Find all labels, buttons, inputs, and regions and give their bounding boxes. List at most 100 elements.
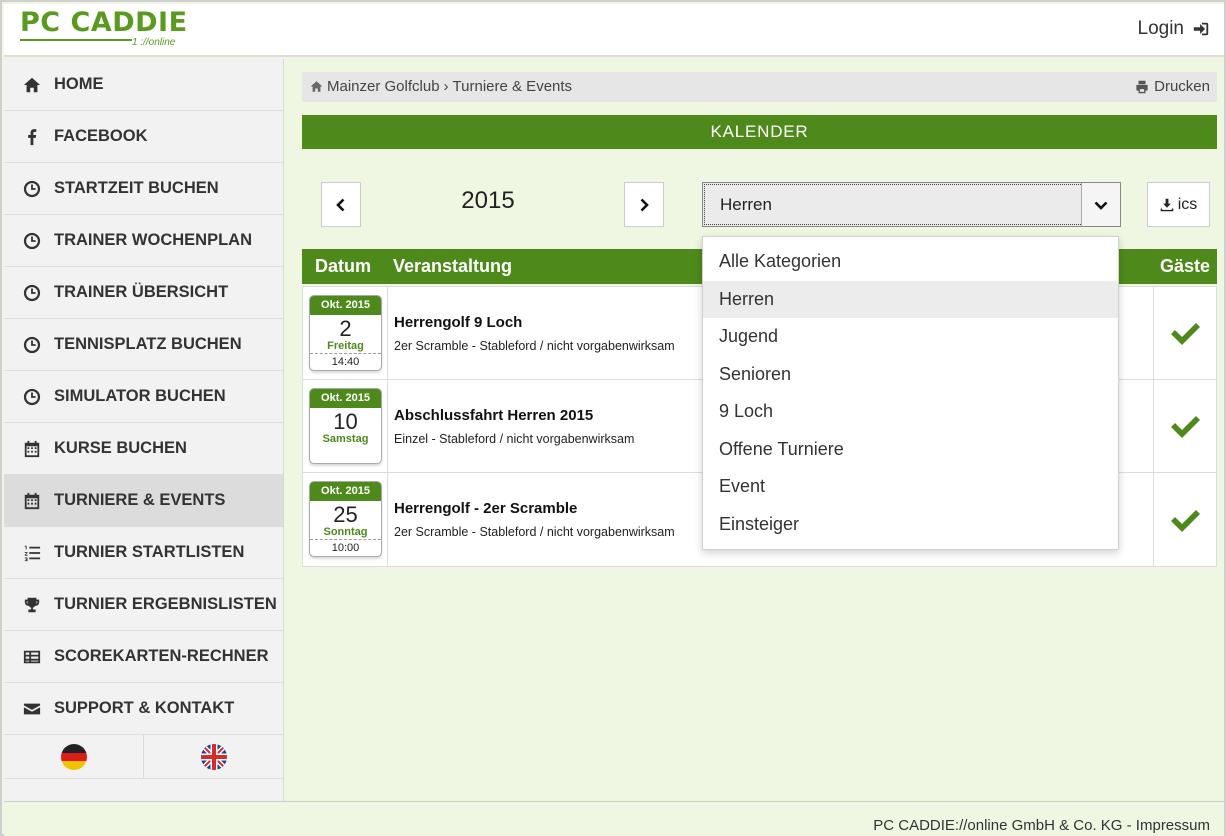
sidebar-item-label: TRAINER ÜBERSICHT xyxy=(54,283,229,301)
column-header-gaeste: Gäste xyxy=(1159,256,1210,276)
category-option-offene-turniere[interactable]: Offene Turniere xyxy=(703,431,1118,469)
sidebar-item-turniere-events[interactable]: TURNIERE & EVENTS xyxy=(4,475,283,527)
logo-underline xyxy=(20,39,132,41)
clock-icon xyxy=(22,231,42,251)
print-icon xyxy=(1136,80,1148,93)
date-cell: Okt. 2015 2 Freitag 14:40 xyxy=(303,287,388,379)
breadcrumb: Mainzer Golfclub › Turniere & Events xyxy=(310,78,572,95)
sidebar-item-facebook[interactable]: FACEBOOK xyxy=(4,111,283,163)
print-label: Drucken xyxy=(1154,78,1210,95)
sidebar: HOME FACEBOOK STARTZEIT BUCHEN TRAINER W… xyxy=(4,59,284,801)
category-option-9-loch[interactable]: 9 Loch xyxy=(703,393,1118,431)
sidebar-item-trainer-wochenplan[interactable]: TRAINER WOCHENPLAN xyxy=(4,215,283,267)
sidebar-item-tennisplatz-buchen[interactable]: TENNISPLATZ BUCHEN xyxy=(4,319,283,371)
login-button[interactable]: Login xyxy=(1138,18,1211,40)
chevron-down-icon xyxy=(1094,201,1108,210)
sidebar-item-label: HOME xyxy=(54,75,104,93)
footer: PC CADDIE://online GmbH & Co. KG - Impre… xyxy=(4,801,1224,836)
logo-subtext: 1 ://online xyxy=(132,37,176,48)
language-switcher xyxy=(4,735,283,779)
year-label: 2015 xyxy=(461,187,515,214)
sidebar-item-label: STARTZEIT BUCHEN xyxy=(54,179,219,197)
login-label: Login xyxy=(1137,18,1185,39)
category-option-senioren[interactable]: Senioren xyxy=(703,356,1118,394)
category-option-herren[interactable]: Herren xyxy=(703,280,1118,318)
clock-icon xyxy=(22,335,42,355)
chevron-right-icon xyxy=(640,198,649,211)
category-option-jugend[interactable]: Jugend xyxy=(703,318,1118,356)
calendar-time: 10:00 xyxy=(310,539,381,556)
column-header-datum: Datum xyxy=(315,256,372,276)
breadcrumb-separator: › xyxy=(443,78,449,95)
category-option-alle-kategorien[interactable]: Alle Kategorien xyxy=(703,243,1118,281)
language-german[interactable] xyxy=(4,735,144,778)
sidebar-item-turnier-startlisten[interactable]: TURNIER STARTLISTEN xyxy=(4,527,283,579)
category-select-toggle[interactable] xyxy=(1081,183,1120,226)
sidebar-item-label: TRAINER WOCHENPLAN xyxy=(54,231,252,249)
guests-cell xyxy=(1153,287,1216,379)
checkmark-icon xyxy=(1171,416,1200,438)
calendar-badge: Okt. 2015 10 Samstag xyxy=(309,388,382,464)
event-title[interactable]: Herrengolf 9 Loch xyxy=(394,314,522,331)
footer-text[interactable]: PC CADDIE://online GmbH & Co. KG - Impre… xyxy=(873,817,1210,834)
sidebar-item-kurse-buchen[interactable]: KURSE BUCHEN xyxy=(4,423,283,475)
calendar-month: Okt. 2015 xyxy=(310,389,381,408)
logo[interactable]: PC CADDIE 1 ://online xyxy=(20,7,188,48)
guests-cell xyxy=(1153,473,1216,566)
sidebar-item-startzeit-buchen[interactable]: STARTZEIT BUCHEN xyxy=(4,163,283,215)
event-title[interactable]: Herrengolf - 2er Scramble xyxy=(394,500,577,517)
logo-text: PC CADDIE xyxy=(20,7,188,38)
calendar-icon xyxy=(22,491,42,511)
category-option-einsteiger[interactable]: Einsteiger xyxy=(703,506,1118,544)
calendar-day: 10 xyxy=(333,409,358,434)
sidebar-item-label: TURNIERE & EVENTS xyxy=(54,491,226,509)
breadcrumb-club[interactable]: Mainzer Golfclub xyxy=(327,78,440,95)
print-button[interactable]: Drucken xyxy=(1135,78,1210,95)
sidebar-item-label: SCOREKARTEN-RECHNER xyxy=(54,647,269,665)
table-icon xyxy=(22,647,42,667)
date-cell: Okt. 2015 10 Samstag xyxy=(303,380,388,472)
next-year-button[interactable] xyxy=(624,182,664,227)
sidebar-item-support-kontakt[interactable]: SUPPORT & KONTAKT xyxy=(4,683,283,735)
category-select[interactable]: Herren xyxy=(702,182,1121,227)
calendar-weekday: Sonntag xyxy=(323,526,368,538)
clock-icon xyxy=(22,387,42,407)
guests-cell xyxy=(1153,380,1216,472)
event-subtitle: Einzel - Stableford / nicht vorgabenwirk… xyxy=(394,432,635,446)
home-icon xyxy=(22,75,42,95)
clock-icon xyxy=(22,283,42,303)
calendar-weekday: Freitag xyxy=(327,340,364,352)
calendar-icon xyxy=(22,439,42,459)
calendar-day: 25 xyxy=(333,502,358,527)
previous-year-button[interactable] xyxy=(321,182,361,227)
ics-label: ics xyxy=(1177,195,1198,213)
sidebar-item-label: SUPPORT & KONTAKT xyxy=(54,699,235,717)
sign-in-icon xyxy=(1193,22,1209,36)
event-subtitle: 2er Scramble - Stableford / nicht vorgab… xyxy=(394,339,675,353)
sidebar-item-turnier-ergebnislisten[interactable]: TURNIER ERGEBNISLISTEN xyxy=(4,579,283,631)
calendar-badge: Okt. 2015 2 Freitag 14:40 xyxy=(309,295,382,371)
sidebar-item-trainer-uebersicht[interactable]: TRAINER ÜBERSICHT xyxy=(4,267,283,319)
envelope-icon xyxy=(22,699,42,719)
facebook-icon xyxy=(22,127,42,147)
ordered-list-icon xyxy=(22,543,42,563)
sidebar-item-home[interactable]: HOME xyxy=(4,59,283,111)
category-dropdown-menu: Alle Kategorien Herren Jugend Senioren 9… xyxy=(702,236,1119,550)
sidebar-item-label: TURNIER ERGEBNISLISTEN xyxy=(54,595,277,613)
chevron-left-icon xyxy=(336,198,345,211)
sidebar-item-label: KURSE BUCHEN xyxy=(54,439,187,457)
sidebar-item-scorekarten-rechner[interactable]: SCOREKARTEN-RECHNER xyxy=(4,631,283,683)
category-option-event[interactable]: Event xyxy=(703,468,1118,506)
sidebar-item-simulator-buchen[interactable]: SIMULATOR BUCHEN xyxy=(4,371,283,423)
clock-icon xyxy=(22,179,42,199)
breadcrumb-section[interactable]: Turniere & Events xyxy=(453,78,573,95)
breadcrumb-bar: Mainzer Golfclub › Turniere & Events Dru… xyxy=(302,72,1217,102)
category-select-value: Herren xyxy=(720,195,772,214)
ics-download-button[interactable]: ics xyxy=(1147,182,1210,227)
event-title[interactable]: Abschlussfahrt Herren 2015 xyxy=(394,407,593,424)
checkmark-icon xyxy=(1171,323,1200,345)
calendar-weekday: Samstag xyxy=(322,433,369,445)
language-english[interactable] xyxy=(144,735,283,778)
sidebar-item-label: TURNIER STARTLISTEN xyxy=(54,543,245,561)
calendar-month: Okt. 2015 xyxy=(310,296,381,315)
